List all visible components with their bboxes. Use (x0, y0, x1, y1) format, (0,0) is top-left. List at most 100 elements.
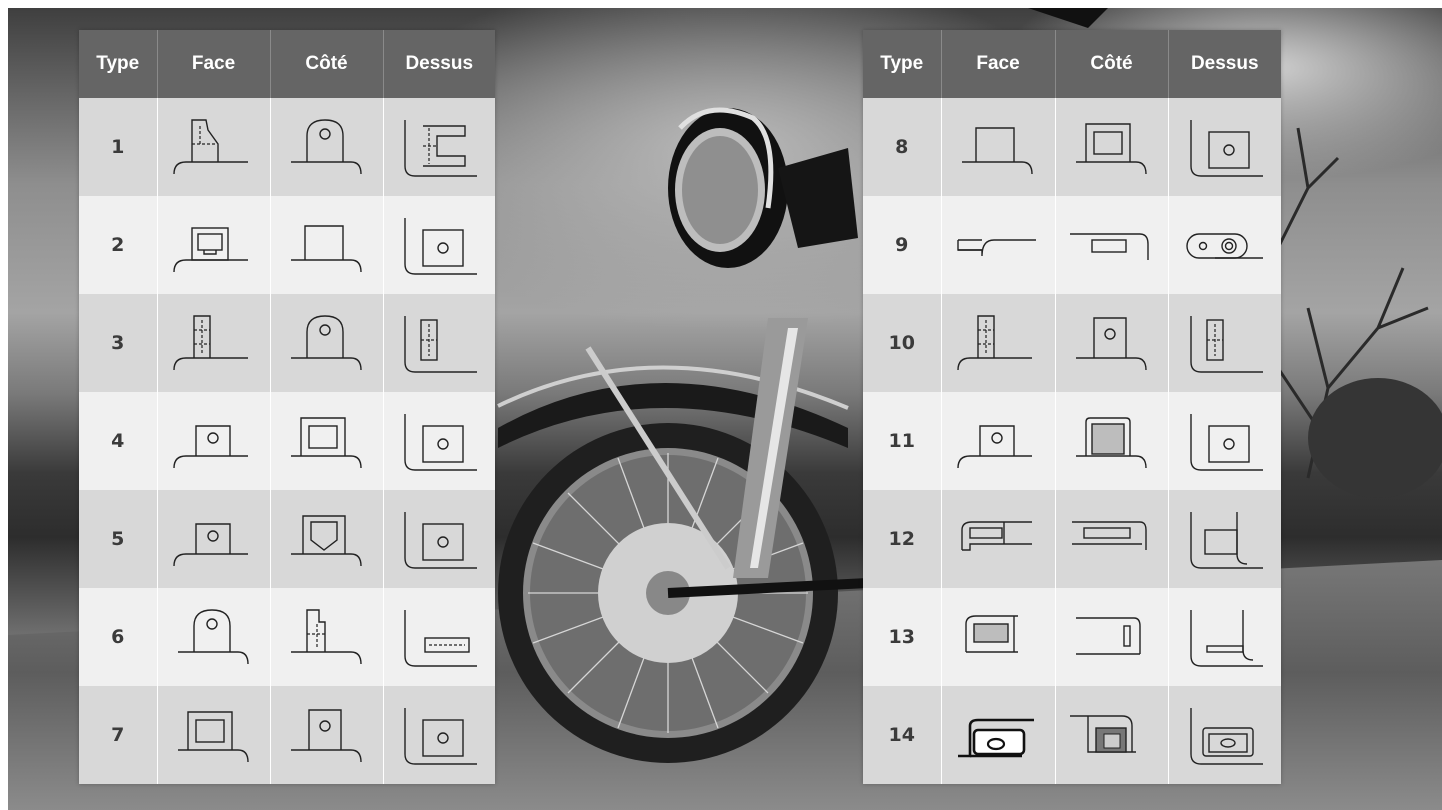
type-row-8: 8 (863, 98, 1281, 196)
type-row-14: 14 (863, 686, 1281, 784)
side-view-cell (270, 392, 384, 490)
type-number: 13 (863, 588, 942, 686)
type-number: 7 (79, 686, 158, 784)
top-view-cell (1168, 490, 1281, 588)
type-number: 9 (863, 196, 942, 294)
type-number: 2 (79, 196, 158, 294)
corner-square-hole-icon (1169, 114, 1282, 180)
tab-window-icon (271, 408, 383, 474)
tab-window-icon (1056, 114, 1168, 180)
top-view-cell (1168, 392, 1281, 490)
plain-tab-icon (942, 114, 1055, 180)
tab-pentagon-window-icon (271, 506, 383, 572)
plain-tab-icon (271, 212, 383, 278)
type-row-11: 11 (863, 392, 1281, 490)
top-view-cell (383, 392, 495, 490)
left-type-table: Type Face Côté Dessus 1234567 (79, 30, 495, 784)
top-view-cell (1168, 98, 1281, 196)
rounded-tab-hole-icon (271, 310, 383, 376)
face-view-cell (157, 294, 271, 392)
side-view-cell (270, 196, 384, 294)
face-view-cell (157, 98, 271, 196)
top-view-cell (383, 294, 495, 392)
double-hole-tab-icon (1169, 212, 1282, 278)
top-header: Dessus (1168, 30, 1281, 98)
corner-square-hole-icon (384, 212, 496, 278)
face-view-cell (157, 490, 271, 588)
type-header: Type (863, 30, 942, 98)
stepped-tab-dashed-icon (271, 604, 383, 670)
type-number: 3 (79, 294, 158, 392)
tab-chamfer-dashed-icon (158, 114, 270, 180)
side-view-cell (1055, 196, 1169, 294)
type-number: 10 (863, 294, 942, 392)
corner-dashed-slot-icon (384, 310, 496, 376)
tall-tab-dashed-icon (942, 310, 1055, 376)
face-view-cell (157, 392, 271, 490)
side-view-cell (270, 98, 384, 196)
type-number: 11 (863, 392, 942, 490)
face-view-cell (157, 588, 271, 686)
face-view-cell (941, 686, 1056, 784)
corner-low-slot-icon (1169, 604, 1282, 670)
type-number: 6 (79, 588, 158, 686)
type-number: 12 (863, 490, 942, 588)
type-row-6: 6 (79, 588, 495, 686)
top-view-cell (1168, 686, 1281, 784)
tab-filled-window-icon (1056, 408, 1168, 474)
thin-flange-icon (942, 212, 1055, 278)
corner-flat-slot-icon (384, 604, 496, 670)
face-view-cell (941, 392, 1056, 490)
tab-hole-icon (942, 408, 1055, 474)
type-row-10: 10 (863, 294, 1281, 392)
top-view-cell (1168, 196, 1281, 294)
type-row-4: 4 (79, 392, 495, 490)
side-view-cell (270, 588, 384, 686)
tab-hole-icon (158, 408, 270, 474)
header-row: Type Face Côté Dessus (79, 30, 495, 98)
rounded-tab-hole-icon (271, 114, 383, 180)
face-view-cell (941, 490, 1056, 588)
face-view-cell (941, 588, 1056, 686)
tab-window-icon (158, 702, 270, 768)
face-header: Face (941, 30, 1056, 98)
type-number: 4 (79, 392, 158, 490)
top-view-cell (383, 196, 495, 294)
side-header: Côté (1055, 30, 1169, 98)
heavy-tab-oval-icon (942, 702, 1055, 768)
corner-square-hole-icon (384, 506, 496, 572)
tall-tab-hole-icon (271, 702, 383, 768)
flat-slot-flange-icon (1056, 212, 1168, 278)
corner-square-hole-icon (1169, 408, 1282, 474)
type-row-1: 1 (79, 98, 495, 196)
type-row-7: 7 (79, 686, 495, 784)
side-view-cell (270, 490, 384, 588)
type-number: 8 (863, 98, 942, 196)
side-view-cell (270, 294, 384, 392)
face-view-cell (157, 196, 271, 294)
top-view-cell (383, 98, 495, 196)
side-view-cell (1055, 98, 1169, 196)
face-header: Face (157, 30, 271, 98)
corner-oval-window-icon (1169, 702, 1282, 768)
face-view-cell (941, 196, 1056, 294)
top-view-cell (383, 686, 495, 784)
side-view-cell (1055, 686, 1169, 784)
type-row-12: 12 (863, 490, 1281, 588)
type-row-9: 9 (863, 196, 1281, 294)
type-row-13: 13 (863, 588, 1281, 686)
type-number: 14 (863, 686, 942, 784)
flange-long-slot-icon (1056, 506, 1168, 572)
type-number: 1 (79, 98, 158, 196)
corner-bracket-dashed-icon (384, 114, 496, 180)
type-row-2: 2 (79, 196, 495, 294)
side-view-cell (1055, 588, 1169, 686)
corner-dashed-slot-icon (1169, 310, 1282, 376)
corner-square-hole-icon (384, 702, 496, 768)
right-type-table: Type Face Côté Dessus 8 9 10 11 12 13 14 (863, 30, 1281, 784)
flange-filled-slot-icon (942, 604, 1055, 670)
face-view-cell (157, 686, 271, 784)
top-view-cell (383, 490, 495, 588)
rounded-tab-hole-icon (158, 604, 270, 670)
top-view-cell (383, 588, 495, 686)
